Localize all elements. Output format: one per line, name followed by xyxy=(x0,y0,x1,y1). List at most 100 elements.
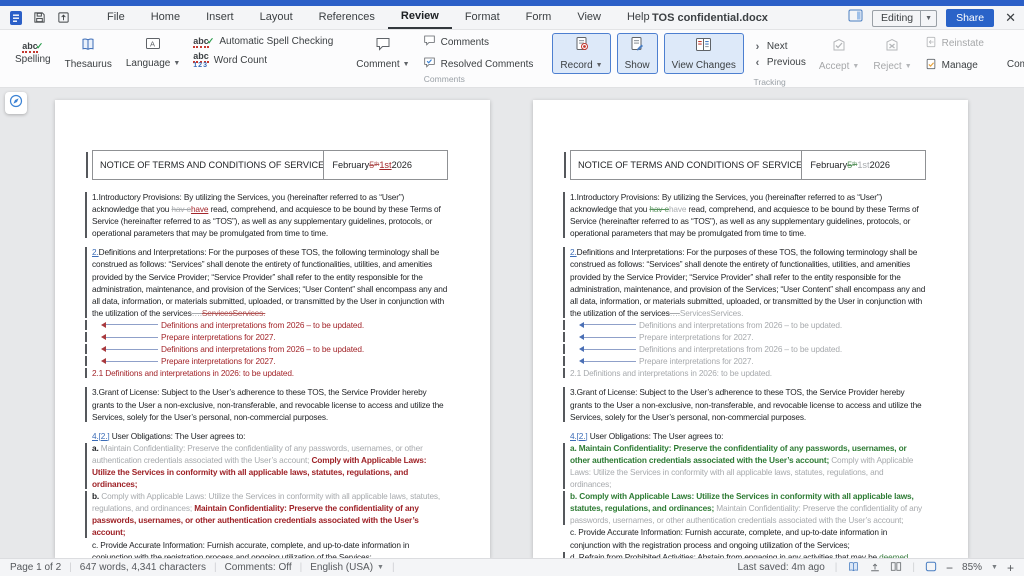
comments-button[interactable]: Comments xyxy=(423,33,534,51)
tracked-change-line[interactable]: Prepare interpretations for 2027. xyxy=(570,355,926,367)
doc-paragraph[interactable]: 3.Grant of License: Subject to the User’… xyxy=(92,386,448,422)
text-run: ServicesServices. xyxy=(202,308,265,318)
doc-paragraph[interactable]: 3.Grant of License: Subject to the User’… xyxy=(570,386,926,422)
doc-paragraph[interactable]: a. Maintain Confidentiality: Preserve th… xyxy=(570,442,926,490)
text-run: have xyxy=(191,204,208,214)
automatic-spell-checking-label: Automatic Spell Checking xyxy=(219,36,333,47)
text-run: 1st xyxy=(379,160,391,170)
record-changes-button[interactable]: Record ▼ xyxy=(552,33,610,74)
zoom-out-button[interactable]: − xyxy=(946,561,953,575)
view-changes-button[interactable]: View Changes xyxy=(664,33,744,74)
text-run: …. xyxy=(192,308,202,318)
ribbon-group-comments: Comment▼ Comments Resolved Comments Comm… xyxy=(349,32,539,87)
chevron-down-icon[interactable]: ▼ xyxy=(920,11,936,26)
reject-button[interactable]: Reject▼ xyxy=(866,32,918,77)
save-icon[interactable] xyxy=(33,11,46,24)
comments-state[interactable]: Comments: Off xyxy=(225,562,292,573)
tracked-change-line[interactable]: Definitions and interpretations from 202… xyxy=(570,319,926,331)
doc-paragraph[interactable]: a. Maintain Confidentiality: Preserve th… xyxy=(92,442,448,490)
document-page-2[interactable]: NOTICE OF TERMS AND CONDITIONS OF SERVIC… xyxy=(533,100,968,558)
show-label: Show xyxy=(625,60,650,71)
doc-paragraph[interactable]: c. Provide Accurate Information: Furnish… xyxy=(92,539,448,558)
chevron-down-icon[interactable]: ▼ xyxy=(596,62,603,69)
menu-references[interactable]: References xyxy=(306,6,388,29)
manage-label: Manage xyxy=(942,60,978,71)
menu-view[interactable]: View xyxy=(564,6,614,29)
text-run: 1st xyxy=(857,160,869,170)
text-run: Prepare interpretations for 2027. xyxy=(161,355,276,367)
word-count-button[interactable]: abc123 Word Count xyxy=(193,51,333,71)
automatic-spell-checking-button[interactable]: abc✓ Automatic Spell Checking xyxy=(193,36,333,47)
chevron-down-icon[interactable]: ▼ xyxy=(991,564,998,571)
doc-paragraph[interactable]: 2.1 Definitions and interpretations in 2… xyxy=(570,367,926,379)
book-view-icon[interactable] xyxy=(847,561,860,575)
menu-home[interactable]: Home xyxy=(138,6,193,29)
thesaurus-button[interactable]: Thesaurus xyxy=(58,32,119,74)
navigation-pane-toggle[interactable] xyxy=(5,92,27,114)
share-button[interactable]: Share xyxy=(946,9,994,27)
spelling-button[interactable]: abc✓ Spelling xyxy=(8,32,58,74)
text-run: Prepare interpretations for 2027. xyxy=(639,355,754,367)
tracked-change-line[interactable]: Definitions and interpretations from 202… xyxy=(570,343,926,355)
menu-file[interactable]: File xyxy=(94,6,138,29)
language-label: Language xyxy=(126,58,171,69)
word-count-status[interactable]: 647 words, 4,341 characters xyxy=(80,562,206,573)
sidebar-toggle-icon[interactable] xyxy=(848,9,863,27)
reject-label: Reject xyxy=(873,61,901,72)
tracked-change-line[interactable]: Prepare interpretations for 2027. xyxy=(92,355,448,367)
tracked-change-line[interactable]: Prepare interpretations for 2027. xyxy=(570,331,926,343)
show-markup-button[interactable]: Show xyxy=(617,33,658,74)
document-page-1[interactable]: NOTICE OF TERMS AND CONDITIONS OF SERVIC… xyxy=(55,100,490,558)
previous-change-button[interactable]: ‹ Previous xyxy=(753,57,806,69)
tracked-change-line[interactable]: Definitions and interpretations from 202… xyxy=(92,319,448,331)
compare-documents-button[interactable]: Compare Documents▼ xyxy=(1000,32,1024,74)
text-run: ServicesServices. xyxy=(680,308,743,318)
text-run: Definitions and interpretations from 202… xyxy=(161,343,364,355)
chevron-down-icon[interactable]: ▼ xyxy=(403,61,410,68)
doc-paragraph[interactable]: 4.[2.] User Obligations: The User agrees… xyxy=(570,430,926,442)
chevron-down-icon[interactable]: ▼ xyxy=(173,60,180,67)
tracked-change-line[interactable]: Prepare interpretations for 2027. xyxy=(92,331,448,343)
multipage-view-icon[interactable] xyxy=(890,561,902,575)
menu-format[interactable]: Format xyxy=(452,6,513,29)
editing-mode-button[interactable]: Editing ▼ xyxy=(872,10,937,27)
doc-paragraph[interactable]: d. Refrain from Prohibited Activities: A… xyxy=(570,551,926,558)
zoom-in-button[interactable]: + xyxy=(1007,561,1014,575)
accept-button[interactable]: Accept▼ xyxy=(812,32,867,77)
record-label: Record xyxy=(560,60,592,71)
next-change-button[interactable]: › Next xyxy=(753,41,806,53)
menu-insert[interactable]: Insert xyxy=(193,6,247,29)
menu-form[interactable]: Form xyxy=(513,6,565,29)
zoom-level[interactable]: 85% xyxy=(962,562,982,573)
doc-paragraph[interactable]: 2.Definitions and Interpretations: For t… xyxy=(92,246,448,319)
doc-paragraph[interactable]: 1.Introductory Provisions: By utilizing … xyxy=(570,191,926,239)
language-status[interactable]: English (USA) xyxy=(310,562,373,573)
doc-paragraph[interactable]: 2.1 Definitions and interpretations in 2… xyxy=(92,367,448,379)
fullscreen-icon[interactable] xyxy=(925,561,937,575)
header-date-cell: February 5th1st 2026 xyxy=(324,151,447,179)
doc-paragraph[interactable]: 4.[2.] User Obligations: The User agrees… xyxy=(92,430,448,442)
app-logo-icon xyxy=(10,11,22,25)
doc-paragraph[interactable]: b. Comply with Applicable Laws: Utilize … xyxy=(570,490,926,526)
resolved-comments-button[interactable]: Resolved Comments xyxy=(423,55,534,73)
manage-button[interactable]: Manage xyxy=(925,57,984,75)
menu-layout[interactable]: Layout xyxy=(247,6,306,29)
doc-paragraph[interactable]: c. Provide Accurate Information: Furnish… xyxy=(570,526,926,550)
language-button[interactable]: A Language▼ xyxy=(119,32,187,74)
comments-icon xyxy=(423,33,436,51)
pan-view-icon[interactable] xyxy=(869,561,881,575)
paragraph-spacer xyxy=(570,239,926,246)
comment-button[interactable]: Comment▼ xyxy=(349,32,416,74)
paragraph-spacer xyxy=(570,379,926,386)
doc-paragraph[interactable]: 2.Definitions and Interpretations: For t… xyxy=(570,246,926,319)
menu-review[interactable]: Review xyxy=(388,6,452,29)
doc-paragraph[interactable]: 1.Introductory Provisions: By utilizing … xyxy=(92,191,448,239)
tracked-change-line[interactable]: Definitions and interpretations from 202… xyxy=(92,343,448,355)
chevron-down-icon[interactable]: ▼ xyxy=(377,564,384,571)
doc-paragraph[interactable]: b. Comply with Applicable Laws: Utilize … xyxy=(92,490,448,538)
close-icon[interactable]: ✕ xyxy=(1005,10,1016,26)
separator: | xyxy=(392,562,395,573)
export-icon[interactable] xyxy=(57,11,70,24)
reinstate-button[interactable]: Reinstate xyxy=(925,35,984,53)
header-date-cell: February 5th1st 2026 xyxy=(802,151,925,179)
